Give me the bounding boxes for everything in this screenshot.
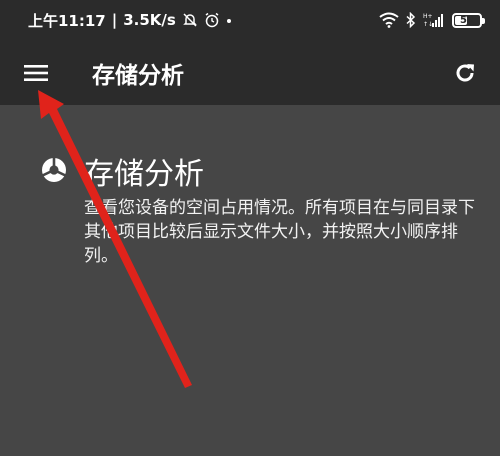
status-bar: 上午11:17 | 3.5K/s H+ ↑↓ 52	[0, 0, 500, 40]
status-right: H+ ↑↓ 52	[379, 9, 485, 31]
app-bar: 存储分析	[0, 40, 500, 105]
pie-chart-icon	[40, 156, 68, 182]
network-speed: 3.5K/s	[123, 11, 176, 29]
svg-text:↑↓: ↑↓	[423, 21, 433, 28]
status-time: 上午11:17	[28, 11, 106, 30]
alarm-icon	[205, 12, 219, 28]
card-title: 存储分析	[84, 157, 204, 192]
svg-text:H+: H+	[423, 13, 433, 20]
status-separator: |	[111, 11, 118, 29]
bluetooth-icon	[406, 12, 416, 28]
battery-icon: 52	[452, 12, 485, 28]
menu-button[interactable]	[18, 56, 54, 90]
hamburger-menu-icon	[24, 65, 48, 81]
status-left: 上午11:17 | 3.5K/s	[28, 10, 232, 30]
mute-bell-icon	[183, 13, 197, 27]
wifi-icon	[379, 12, 399, 28]
card-description: 查看您设备的空间占用情况。所有项目在与同目录下其他项目比较后显示文件大小，并按照…	[84, 198, 475, 266]
refresh-button[interactable]	[448, 56, 482, 90]
page-title: 存储分析	[92, 63, 184, 89]
signal-icon: H+ ↑↓	[423, 13, 443, 28]
battery-level: 52	[460, 14, 474, 26]
refresh-icon	[456, 64, 474, 82]
dot-icon	[226, 19, 231, 23]
main-content: 存储分析 查看您设备的空间占用情况。所有项目在与同目录下其他项目比较后显示文件大…	[0, 105, 500, 456]
